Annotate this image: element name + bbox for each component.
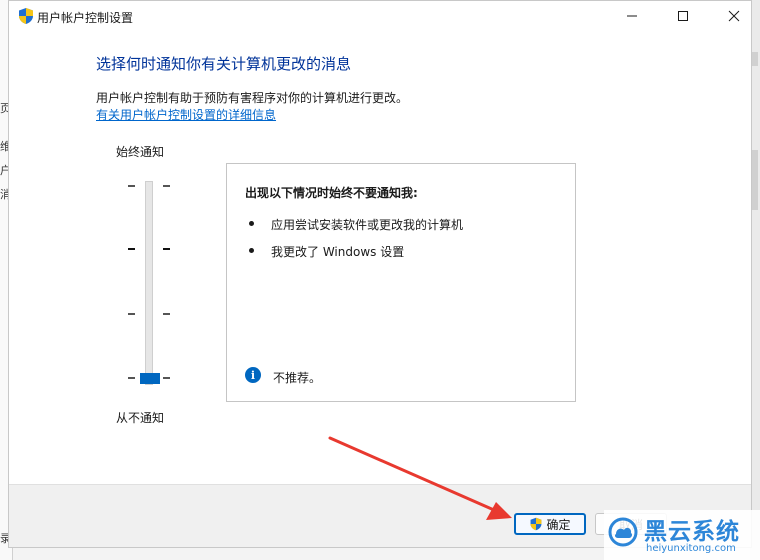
info-icon: i <box>245 367 261 383</box>
watermark-title: 黑云系统 <box>644 519 740 545</box>
close-button[interactable] <box>711 1 757 31</box>
watermark: 黑云系统 heiyunxitong.com <box>604 510 760 560</box>
scrollbar-thumb[interactable] <box>752 150 758 210</box>
watermark-url: heiyunxitong.com <box>646 543 736 554</box>
slider-tick <box>163 248 170 250</box>
slider-bottom-label: 从不通知 <box>116 411 165 425</box>
slider-tick <box>163 377 170 379</box>
title-bar[interactable]: 用户帐户控制设置 <box>9 1 751 31</box>
ok-button[interactable]: 确定 <box>514 513 586 535</box>
slider-tick <box>163 185 170 187</box>
page-heading: 选择何时通知你有关计算机更改的消息 <box>96 55 352 73</box>
slider-tick <box>128 313 135 315</box>
info-title: 出现以下情况时始终不要通知我: <box>245 186 418 200</box>
bullet-icon <box>249 221 254 226</box>
scrollbar-thumb[interactable] <box>752 52 758 66</box>
info-note: 不推荐。 <box>273 371 322 385</box>
slider-tick <box>163 313 170 315</box>
slider-tick <box>128 377 135 379</box>
description-text: 用户帐户控制有助于预防有害程序对你的计算机进行更改。 <box>96 91 409 105</box>
notification-slider-track[interactable] <box>145 181 153 385</box>
window-title: 用户帐户控制设置 <box>37 11 134 25</box>
slider-tick <box>128 248 135 250</box>
slider-tick <box>128 185 135 187</box>
uac-shield-icon <box>19 8 33 24</box>
slider-top-label: 始终通知 <box>116 145 165 159</box>
maximize-button[interactable] <box>660 1 706 31</box>
maximize-icon <box>678 11 688 21</box>
info-panel: 出现以下情况时始终不要通知我: 应用尝试安装软件或更改我的计算机 我更改了 Wi… <box>226 163 576 402</box>
minimize-button[interactable] <box>609 1 655 31</box>
cloud-logo-icon <box>608 517 638 547</box>
slider-thumb[interactable] <box>140 373 160 384</box>
bullet-text: 应用尝试安装软件或更改我的计算机 <box>271 218 464 232</box>
uac-shield-icon <box>531 517 542 531</box>
close-icon <box>728 10 740 22</box>
details-link[interactable]: 有关用户帐户控制设置的详细信息 <box>96 106 276 123</box>
ok-label: 确定 <box>546 517 571 532</box>
bullet-text: 我更改了 Windows 设置 <box>271 245 405 259</box>
bullet-icon <box>249 248 254 253</box>
minimize-icon <box>627 15 637 17</box>
uac-settings-window: 用户帐户控制设置 选择何时通知你有关计算机更改的消息 用户帐户控制有助于预防有害… <box>8 0 752 548</box>
